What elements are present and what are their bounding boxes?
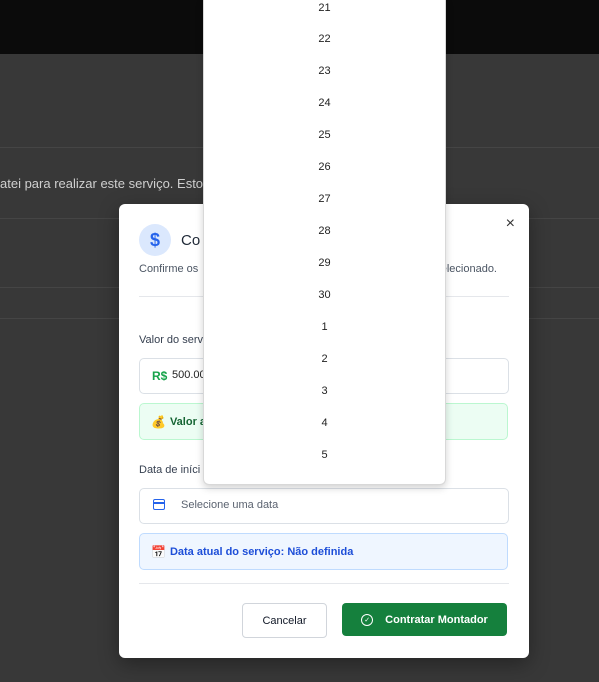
close-button[interactable]: × (506, 215, 515, 233)
description-start: Confirme os (139, 263, 199, 275)
service-value: 500.00 (172, 369, 206, 381)
hire-assembler-button[interactable]: ✓ Contratar Montador (342, 603, 507, 636)
dropdown-option-2[interactable]: 2 (204, 343, 445, 375)
currency-symbol: R$ (152, 369, 168, 383)
cancel-button[interactable]: Cancelar (242, 603, 327, 638)
date-placeholder: Selecione uma data (181, 499, 279, 511)
dropdown-option-28[interactable]: 28 (204, 215, 445, 247)
money-bag-icon: 💰 (151, 414, 166, 429)
calendar-icon (153, 499, 165, 510)
dropdown-option-30[interactable]: 30 (204, 279, 445, 311)
dropdown-option-1[interactable]: 1 (204, 311, 445, 343)
check-icon: ✓ (361, 613, 374, 626)
dropdown-option-5[interactable]: 5 (204, 439, 445, 471)
dropdown-option-27[interactable]: 27 (204, 183, 445, 215)
background-message-text: atei para realizar este serviço. Estou à (0, 176, 222, 191)
dollar-icon: $ (139, 224, 171, 256)
dropdown-option-4[interactable]: 4 (204, 407, 445, 439)
dropdown-option-3[interactable]: 3 (204, 375, 445, 407)
hire-button-label: Contratar Montador (385, 613, 488, 626)
dropdown-option-23[interactable]: 23 (204, 55, 445, 87)
dropdown-option-29[interactable]: 29 (204, 247, 445, 279)
dropdown-option-24[interactable]: 24 (204, 87, 445, 119)
date-select-dropdown[interactable]: 21 22 23 24 25 26 27 28 29 30 1 2 3 4 5 (203, 0, 446, 485)
dropdown-option-26[interactable]: 26 (204, 151, 445, 183)
start-date-input[interactable]: Selecione uma data (139, 488, 509, 524)
start-date-label: Data de iníci (139, 464, 201, 476)
dropdown-option-25[interactable]: 25 (204, 119, 445, 151)
dropdown-option-21[interactable]: 21 (204, 0, 445, 24)
current-date-note: Data atual do serviço: Não definida (169, 545, 354, 558)
current-date-notice: 📅 Data atual do serviço: Não definida (139, 533, 508, 570)
modal-title: Co (181, 232, 201, 249)
calendar-emoji-icon: 📅 (151, 544, 166, 559)
description-end: elecionado. (440, 263, 497, 275)
dropdown-option-22[interactable]: 22 (204, 23, 445, 55)
modal-footer-divider (139, 583, 509, 584)
value-label: Valor do serv (139, 334, 203, 346)
